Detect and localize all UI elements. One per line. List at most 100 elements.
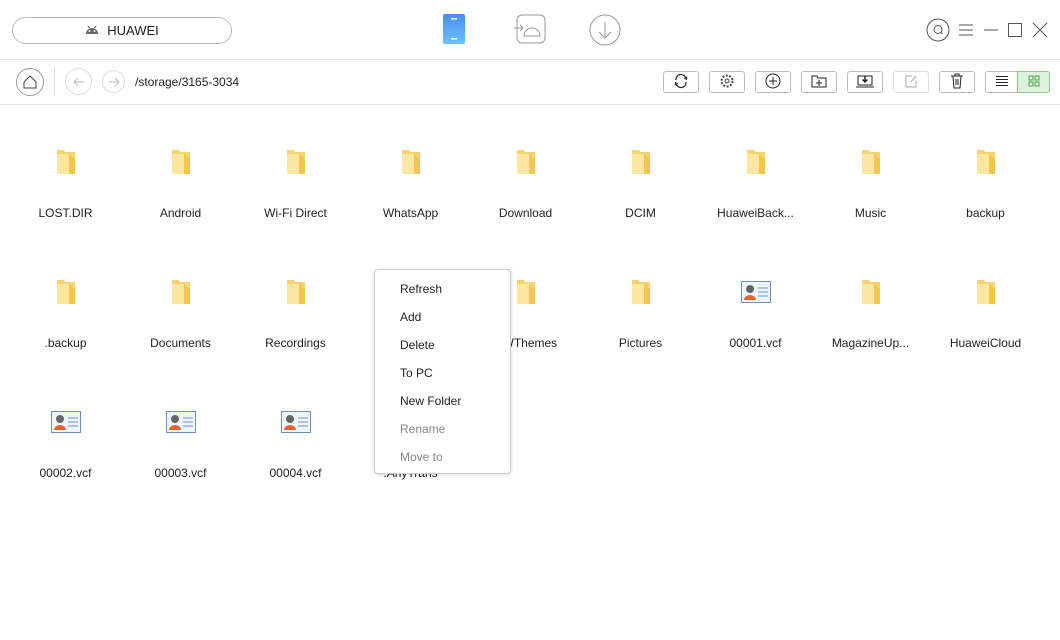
menu-item-to-pc[interactable]: To PC <box>375 359 510 387</box>
folder-item[interactable]: Pictures <box>583 260 698 390</box>
current-path: /storage/3165-3034 <box>135 75 240 89</box>
refresh-button[interactable] <box>663 71 699 93</box>
file-item[interactable]: 00001.vcf <box>698 260 813 390</box>
contact-file-icon <box>280 402 311 442</box>
download-icon[interactable] <box>589 14 621 49</box>
grid-view-button[interactable] <box>1017 71 1050 93</box>
new-folder-icon <box>811 74 827 91</box>
maximize-icon[interactable] <box>1004 18 1026 42</box>
folder-item[interactable]: Download <box>468 130 583 260</box>
folder-icon <box>55 142 77 182</box>
list-view-button[interactable] <box>985 71 1018 93</box>
folder-icon <box>975 272 997 312</box>
item-label: 00001.vcf <box>729 336 782 350</box>
android-transfer-icon[interactable] <box>514 14 546 47</box>
item-label: WhatsApp <box>382 206 439 220</box>
add-icon <box>765 73 781 92</box>
item-label: 00003.vcf <box>154 466 207 480</box>
minimize-icon[interactable] <box>980 18 1002 42</box>
file-item[interactable]: 00002.vcf <box>8 390 123 520</box>
folder-item[interactable]: DCIM <box>583 130 698 260</box>
folder-item[interactable]: HuaweiBack... <box>698 130 813 260</box>
file-item[interactable]: 00003.vcf <box>123 390 238 520</box>
refresh-icon <box>673 73 689 92</box>
item-label: .backup <box>44 336 87 350</box>
item-label: MagazineUp... <box>831 336 910 350</box>
list-view-icon <box>995 75 1009 90</box>
folder-item[interactable]: Wi-Fi Direct <box>238 130 353 260</box>
folder-icon <box>170 272 192 312</box>
close-icon[interactable] <box>1029 18 1051 42</box>
menu-item-refresh[interactable]: Refresh <box>375 275 510 303</box>
item-label: HuaweiBack... <box>717 206 794 220</box>
contact-file-icon <box>740 272 771 312</box>
delete-button[interactable] <box>939 71 975 93</box>
divider <box>54 68 55 96</box>
folder-icon <box>630 272 652 312</box>
contact-file-icon <box>165 402 196 442</box>
folder-icon <box>630 142 652 182</box>
settings-button[interactable] <box>709 71 745 93</box>
forward-button[interactable] <box>102 70 125 93</box>
android-icon <box>85 23 99 38</box>
menu-item-delete[interactable]: Delete <box>375 331 510 359</box>
menu-icon[interactable] <box>955 18 977 42</box>
context-menu: Refresh Add Delete To PC New Folder Rename Mov… <box>374 269 511 474</box>
new-folder-button[interactable] <box>801 71 837 93</box>
folder-icon <box>515 142 537 182</box>
device-selector[interactable]: HUAWEI <box>12 17 232 44</box>
folder-item[interactable]: LOST.DIR <box>8 130 123 260</box>
folder-icon <box>745 142 767 182</box>
file-grid: LOST.DIR Android Wi-Fi Direct WhatsApp Downl… <box>8 130 1048 520</box>
title-bar: HUAWEI <box>0 0 1060 60</box>
folder-icon <box>285 142 307 182</box>
folder-icon <box>860 142 882 182</box>
folder-icon <box>285 272 307 312</box>
item-label: HuaweiCloud <box>949 336 1022 350</box>
search-icon[interactable] <box>925 18 951 42</box>
folder-item[interactable]: Recordings <box>238 260 353 390</box>
folder-item[interactable]: Android <box>123 130 238 260</box>
menu-item-move-to: Move to <box>400 450 443 464</box>
folder-icon <box>860 272 882 312</box>
device-name: HUAWEI <box>107 23 159 38</box>
folder-item[interactable]: HuaweiCloud <box>928 260 1043 390</box>
item-label: backup <box>966 206 1005 220</box>
item-label: 00002.vcf <box>39 466 92 480</box>
folder-icon <box>515 272 537 312</box>
item-label: Pictures <box>618 336 663 350</box>
to-pc-icon <box>855 74 875 91</box>
phone-icon[interactable] <box>443 14 465 47</box>
file-item[interactable]: 00004.vcf <box>238 390 353 520</box>
item-label: Android <box>159 206 202 220</box>
back-button[interactable] <box>65 68 92 95</box>
item-label: Recordings <box>265 336 326 350</box>
folder-item[interactable]: backup <box>928 130 1043 260</box>
item-label: Documents <box>150 336 211 350</box>
folder-item[interactable]: Music <box>813 130 928 260</box>
folder-icon <box>55 272 77 312</box>
folder-icon <box>400 142 422 182</box>
edit-icon <box>904 74 918 91</box>
edit-button[interactable] <box>893 71 929 93</box>
menu-item-new-folder[interactable]: New Folder <box>375 387 510 415</box>
folder-icon <box>975 142 997 182</box>
add-button[interactable] <box>755 71 791 93</box>
item-label: Music <box>854 206 887 220</box>
item-label: 00004.vcf <box>269 466 322 480</box>
delete-icon <box>950 73 964 92</box>
item-label: DCIM <box>625 206 656 220</box>
home-button[interactable] <box>16 68 44 96</box>
menu-item-add[interactable]: Add <box>375 303 510 331</box>
item-label: Wi-Fi Direct <box>264 206 327 220</box>
folder-item[interactable]: MagazineUp... <box>813 260 928 390</box>
grid-view-icon <box>1028 75 1040 90</box>
item-label: LOST.DIR <box>38 206 93 220</box>
folder-item[interactable]: .backup <box>8 260 123 390</box>
folder-item[interactable]: WhatsApp <box>353 130 468 260</box>
folder-item[interactable]: Documents <box>123 260 238 390</box>
settings-icon <box>719 73 735 92</box>
folder-icon <box>170 142 192 182</box>
menu-item-rename: Rename <box>400 422 446 436</box>
to-pc-button[interactable] <box>847 71 883 93</box>
